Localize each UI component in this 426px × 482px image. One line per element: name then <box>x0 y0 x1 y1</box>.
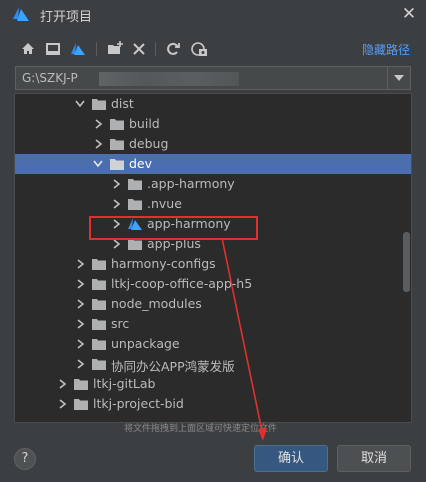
path-combobox[interactable]: G:\SZKJ-P <box>15 66 411 90</box>
folder-icon <box>92 319 106 330</box>
tree-row[interactable]: debug <box>15 134 411 154</box>
folder-icon <box>92 99 106 110</box>
tree-row[interactable]: .nvue <box>15 194 411 214</box>
tree-row-label: src <box>111 316 130 331</box>
highlight-annotation <box>89 216 258 240</box>
tree-row[interactable]: .app-harmony <box>15 174 411 194</box>
toolbar-separator <box>155 42 156 56</box>
chevron-right-icon[interactable] <box>75 318 85 330</box>
folder-icon <box>128 199 142 210</box>
tree-row-label: debug <box>129 136 169 151</box>
toolbar: 隐藏路径 <box>0 36 426 62</box>
tree-row-label: dev <box>129 156 153 171</box>
chevron-right-icon[interactable] <box>75 338 85 350</box>
path-input[interactable]: G:\SZKJ-P <box>22 71 78 85</box>
hbuilder-logo-icon <box>13 7 29 21</box>
title-bar: 打开项目 ✕ <box>0 0 426 30</box>
tree-row[interactable]: node_modules <box>15 294 411 314</box>
tree-row-label: dist <box>111 96 134 111</box>
folder-icon <box>110 139 124 150</box>
desktop-icon[interactable] <box>43 39 63 59</box>
chevron-right-icon[interactable] <box>111 178 121 190</box>
help-button[interactable]: ? <box>14 448 36 470</box>
path-dropdown-button[interactable] <box>387 67 410 89</box>
home-icon[interactable] <box>18 39 38 59</box>
new-folder-icon[interactable] <box>105 39 125 59</box>
folder-icon <box>92 359 106 370</box>
tree-row-label: unpackage <box>111 336 180 351</box>
tree-row-label: .nvue <box>147 196 182 211</box>
chevron-right-icon[interactable] <box>75 258 85 270</box>
tree-row[interactable]: dist <box>15 94 411 114</box>
folder-icon <box>128 179 142 190</box>
refresh-icon[interactable] <box>163 39 183 59</box>
tree-row[interactable]: build <box>15 114 411 134</box>
tree-row[interactable]: 协同办公APP鸿蒙发版 <box>15 354 411 374</box>
chevron-down-icon[interactable] <box>75 98 85 110</box>
tree-row[interactable]: ltkj-gitLab <box>15 374 411 394</box>
tree-row-label: ltkj-gitLab <box>93 376 156 391</box>
toolbar-separator <box>96 42 97 56</box>
hide-path-link[interactable]: 隐藏路径 <box>362 41 410 58</box>
chevron-right-icon[interactable] <box>75 278 85 290</box>
tree-row-label: 协同办公APP鸿蒙发版 <box>111 359 235 374</box>
delete-icon[interactable] <box>129 39 149 59</box>
tree-row-selected[interactable]: dev <box>15 154 411 174</box>
tree-row[interactable]: src <box>15 314 411 334</box>
folder-tree[interactable]: dist build debug dev .app-harmony .nvue … <box>14 93 412 423</box>
tree-row[interactable]: unpackage <box>15 334 411 354</box>
folder-icon <box>92 339 106 350</box>
chevron-right-icon[interactable] <box>75 358 85 370</box>
folder-icon <box>92 279 106 290</box>
redacted-path-segment <box>99 72 239 86</box>
chevron-right-icon[interactable] <box>57 378 67 390</box>
window-title: 打开项目 <box>40 10 93 25</box>
cancel-button[interactable]: 取消 <box>337 445 411 472</box>
chevron-right-icon[interactable] <box>57 398 67 410</box>
folder-icon <box>110 159 124 170</box>
tree-scrollbar[interactable] <box>403 232 410 292</box>
project-icon[interactable] <box>68 39 88 59</box>
tree-row[interactable]: harmony-configs <box>15 254 411 274</box>
folder-icon <box>74 379 88 390</box>
tree-row-label: build <box>129 116 160 131</box>
chevron-down-icon <box>394 75 404 81</box>
tree-row-label: ltkj-coop-office-app-h5 <box>111 276 253 291</box>
chevron-down-icon[interactable] <box>93 158 103 170</box>
tree-row-label: .app-harmony <box>147 176 235 191</box>
tree-row-label: node_modules <box>111 296 202 311</box>
folder-icon <box>74 399 88 410</box>
folder-icon <box>110 119 124 130</box>
tree-row[interactable]: ltkj-project-bid <box>15 394 411 414</box>
tree-row-label: harmony-configs <box>111 256 216 271</box>
chevron-right-icon[interactable] <box>111 198 121 210</box>
chevron-right-icon[interactable] <box>75 298 85 310</box>
chevron-right-icon[interactable] <box>93 118 103 130</box>
show-hidden-icon[interactable] <box>189 39 209 59</box>
chevron-right-icon[interactable] <box>93 138 103 150</box>
confirm-button[interactable]: 确认 <box>254 445 328 472</box>
folder-icon <box>92 259 106 270</box>
close-icon[interactable]: ✕ <box>398 3 420 25</box>
folder-icon <box>92 299 106 310</box>
tree-row-label: ltkj-project-bid <box>93 396 184 411</box>
tree-row[interactable]: ltkj-coop-office-app-h5 <box>15 274 411 294</box>
drag-hint-text: 将文件拖拽到上面区域可快速定位文件 <box>124 424 278 434</box>
